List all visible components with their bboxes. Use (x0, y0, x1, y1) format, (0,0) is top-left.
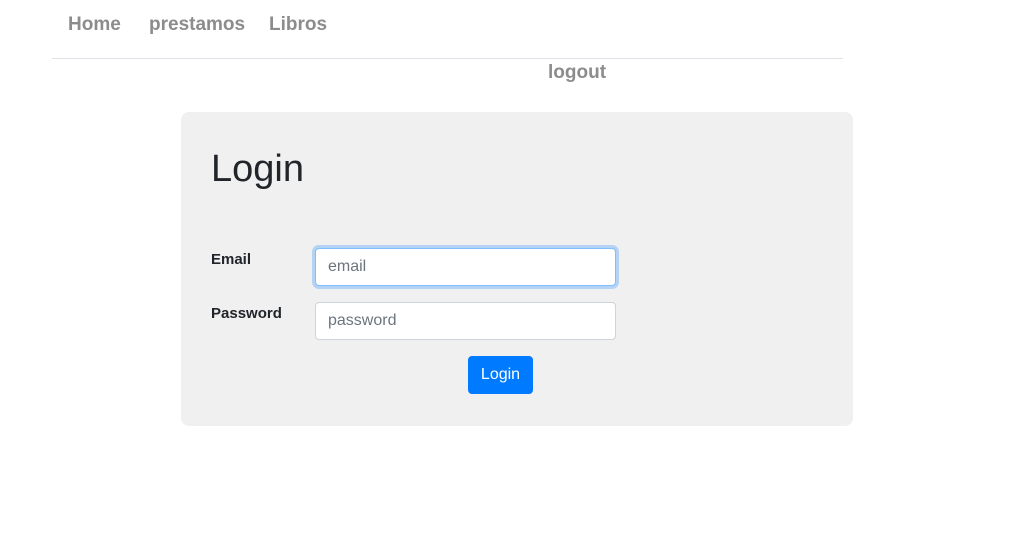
nav-link-prestamos[interactable]: prestamos (149, 13, 245, 37)
login-card: Login Email Password Login (181, 112, 853, 426)
nav-link-home[interactable]: Home (68, 13, 121, 37)
logout-link[interactable]: logout (548, 61, 606, 85)
password-input[interactable] (315, 302, 616, 340)
top-nav: Home prestamos Libros (52, 0, 843, 59)
login-title: Login (211, 148, 304, 190)
login-button[interactable]: Login (468, 356, 533, 394)
email-label: Email (211, 251, 252, 268)
email-input[interactable] (315, 248, 616, 286)
password-label: Password (211, 305, 282, 322)
nav-link-libros[interactable]: Libros (269, 13, 327, 37)
